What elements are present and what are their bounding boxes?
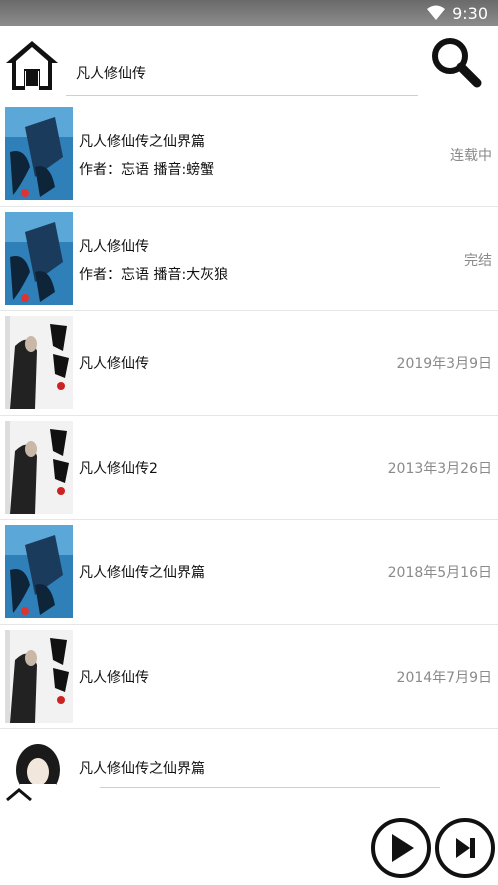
book-cover [5, 107, 73, 200]
item-date: 2019年3月9日 [396, 356, 492, 372]
clock: 9:30 [452, 3, 488, 23]
now-playing-bar[interactable]: 凡人修仙传之仙界篇 [0, 730, 498, 792]
chevron-up-icon [6, 788, 32, 802]
list-item[interactable]: 凡人修仙传2 2013年3月26日 [0, 416, 498, 520]
list-item[interactable]: 凡人修仙传之仙界篇 作者：忘语 播音:螃蟹 连载中 [0, 102, 498, 207]
item-status: 完结 [464, 252, 492, 269]
status-bar: 9:30 [0, 0, 498, 26]
next-button[interactable] [434, 817, 496, 879]
book-cover [5, 629, 73, 723]
search-icon [432, 38, 482, 88]
item-title: 凡人修仙传2 [79, 460, 158, 477]
book-cover [5, 420, 73, 514]
item-status: 连载中 [450, 148, 492, 164]
item-title: 凡人修仙传之仙界篇 [79, 134, 205, 150]
collapse-button[interactable] [4, 782, 34, 806]
book-cover [5, 316, 73, 409]
list-item[interactable]: 凡人修仙传 2019年3月9日 [0, 311, 498, 416]
item-date: 2013年3月26日 [387, 460, 492, 477]
item-date: 2014年7月9日 [396, 669, 492, 686]
book-cover [5, 211, 73, 305]
play-button[interactable] [370, 817, 432, 879]
play-icon [371, 818, 431, 878]
item-title: 凡人修仙传 [79, 356, 149, 372]
item-date: 2018年5月16日 [387, 565, 492, 581]
list-item[interactable]: 凡人修仙传 2014年7月9日 [0, 625, 498, 729]
item-title: 凡人修仙传 [79, 238, 149, 255]
list-item[interactable]: 凡人修仙传 作者：忘语 播音:大灰狼 完结 [0, 207, 498, 311]
home-button[interactable] [4, 38, 60, 94]
item-meta: 作者：忘语 播音:大灰狼 [79, 266, 229, 283]
album-list: 凡人修仙传之仙界篇 作者：忘语 播音:螃蟹 连载中 凡人修仙传 作者：忘语 播音… [0, 102, 498, 729]
search-input[interactable] [66, 50, 418, 96]
skip-next-icon [435, 818, 495, 878]
header [0, 26, 498, 100]
search-button[interactable] [430, 36, 482, 88]
list-item[interactable]: 凡人修仙传之仙界篇 2018年5月16日 [0, 520, 498, 625]
progress-line [100, 787, 440, 788]
item-meta: 作者：忘语 播音:螃蟹 [79, 162, 215, 178]
book-cover [5, 525, 73, 618]
home-icon [6, 41, 58, 90]
wifi-icon [427, 5, 446, 20]
item-title: 凡人修仙传 [79, 669, 149, 686]
item-title: 凡人修仙传之仙界篇 [79, 565, 205, 581]
now-playing-title: 凡人修仙传之仙界篇 [79, 761, 205, 777]
